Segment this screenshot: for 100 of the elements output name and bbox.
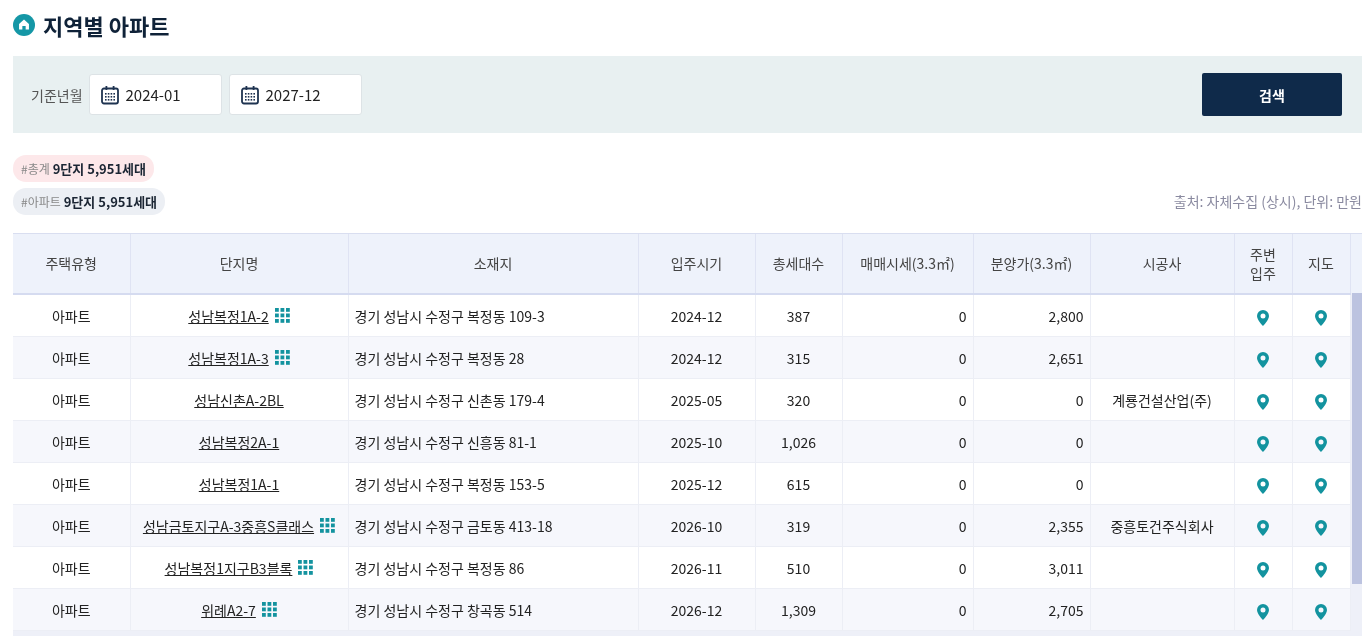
- table-cell: 2,800: [973, 294, 1090, 337]
- column-header: 소재지: [348, 234, 638, 294]
- map-pin-icon[interactable]: [1315, 519, 1327, 536]
- summary-tag: #총계 9단지 5,951세대: [13, 155, 155, 182]
- table-cell: 2026-12: [638, 588, 755, 631]
- grid-icon[interactable]: [298, 560, 314, 575]
- map-pin-icon[interactable]: [1315, 351, 1327, 368]
- column-header: 분양가(3.3㎡): [973, 234, 1090, 294]
- map-pin-icon[interactable]: [1315, 561, 1327, 578]
- column-header: 주변 입주: [1234, 234, 1292, 294]
- table-cell: 615: [755, 462, 842, 505]
- complex-link[interactable]: 성남복정1A-3: [188, 347, 269, 368]
- table-cell: 아파트: [13, 546, 130, 589]
- table-cell: 경기 성남시 수정구 복정동 86: [348, 546, 638, 589]
- table-cell: 2025-05: [638, 378, 755, 421]
- table-cell: 경기 성남시 수정구 복정동 153-5: [348, 462, 638, 505]
- table-cell: 아파트: [13, 336, 130, 379]
- date-field[interactable]: 2027-12: [228, 74, 362, 115]
- summary-tag: #아파트 9단지 5,951세대: [13, 188, 166, 215]
- table-cell: 경기 성남시 수정구 복정동 28: [348, 336, 638, 379]
- map-pin-icon[interactable]: [1315, 603, 1327, 620]
- map-pin-icon[interactable]: [1257, 603, 1269, 620]
- source-note: 출처: 자체수집 (상시), 단위: 만원: [1173, 191, 1362, 211]
- table-cell: 경기 성남시 수정구 금토동 413-18: [348, 504, 638, 547]
- table-cell: 0: [842, 336, 973, 379]
- home-icon: [13, 14, 35, 36]
- map-pin-icon[interactable]: [1257, 309, 1269, 326]
- date-value: 2027-12: [265, 84, 321, 105]
- table-cell: 0: [842, 504, 973, 547]
- complex-link[interactable]: 성남복정1A-1: [198, 473, 280, 494]
- date-field[interactable]: 2024-01: [88, 74, 222, 115]
- table-cell: 경기 성남시 수정구 창곡동 514: [348, 588, 638, 631]
- complex-link[interactable]: 성남복정1지구B3블록: [164, 557, 293, 578]
- date-value: 2024-01: [125, 84, 181, 105]
- table-cell: 0: [842, 420, 973, 463]
- table-cell: 3,011: [973, 546, 1090, 589]
- column-header: 매매시세(3.3㎡): [842, 234, 973, 294]
- table-cell: 아파트: [13, 294, 130, 337]
- page-title: 지역별 아파트: [43, 9, 170, 41]
- table-cell: 0: [842, 588, 973, 631]
- table-cell: 319: [755, 504, 842, 547]
- grid-icon[interactable]: [274, 308, 290, 323]
- table-cell: 경기 성남시 수정구 신흥동 81-1: [348, 420, 638, 463]
- table-cell: 경기 성남시 수정구 신촌동 179-4: [348, 378, 638, 421]
- map-pin-icon[interactable]: [1257, 435, 1269, 452]
- complex-link[interactable]: 성남복정1A-2: [188, 305, 269, 326]
- map-pin-icon[interactable]: [1315, 477, 1327, 494]
- table-cell: 2,651: [973, 336, 1090, 379]
- table-cell: 0: [842, 546, 973, 589]
- calendar-icon: [239, 84, 260, 105]
- table-cell: 2025-10: [638, 420, 755, 463]
- table-cell: 계룡건설산업(주): [1090, 378, 1234, 421]
- column-header: 주택유형: [13, 234, 130, 294]
- grid-icon[interactable]: [261, 602, 277, 617]
- table-cell: 2026-11: [638, 546, 755, 589]
- table-cell: 2,705: [973, 588, 1090, 631]
- table-cell: 2,355: [973, 504, 1090, 547]
- table-cell: 2025-12: [638, 462, 755, 505]
- table-cell: 2024-12: [638, 294, 755, 337]
- calendar-icon: [99, 84, 120, 105]
- grid-icon[interactable]: [274, 350, 290, 365]
- filter-label: 기준년월: [31, 84, 83, 105]
- table-cell: 중흥토건주식회사: [1090, 504, 1234, 547]
- search-button[interactable]: 검색: [1202, 73, 1342, 116]
- column-header: 입주시기: [638, 234, 755, 294]
- table-cell: 0: [973, 378, 1090, 421]
- map-pin-icon[interactable]: [1315, 393, 1327, 410]
- map-pin-icon[interactable]: [1315, 309, 1327, 326]
- grid-icon[interactable]: [320, 518, 336, 533]
- table-cell: 아파트: [13, 420, 130, 463]
- table-cell: 0: [973, 462, 1090, 505]
- table-cell: 아파트: [13, 588, 130, 631]
- map-pin-icon[interactable]: [1257, 351, 1269, 368]
- table-cell: 510: [755, 546, 842, 589]
- complex-link[interactable]: 위례A2-7: [201, 599, 256, 620]
- map-pin-icon[interactable]: [1257, 561, 1269, 578]
- complex-link[interactable]: 성남복정2A-1: [198, 431, 280, 452]
- table-cell: 1,026: [755, 420, 842, 463]
- column-header: 지도: [1292, 234, 1350, 294]
- table-cell: 387: [755, 294, 842, 337]
- table-cell: 0: [842, 378, 973, 421]
- table-cell: 315: [755, 336, 842, 379]
- table-cell: 2024-12: [638, 336, 755, 379]
- table-cell: 0: [842, 294, 973, 337]
- table-cell: 아파트: [13, 504, 130, 547]
- table-cell: 0: [973, 420, 1090, 463]
- map-pin-icon[interactable]: [1257, 477, 1269, 494]
- map-pin-icon[interactable]: [1315, 435, 1327, 452]
- map-pin-icon[interactable]: [1257, 519, 1269, 536]
- column-header: 시공사: [1090, 234, 1234, 294]
- table-cell: 320: [755, 378, 842, 421]
- table-cell: 2026-10: [638, 504, 755, 547]
- table-cell: 경기 성남시 수정구 복정동 109-3: [348, 294, 638, 337]
- map-pin-icon[interactable]: [1257, 393, 1269, 410]
- table-cell: 아파트: [13, 378, 130, 421]
- complex-link[interactable]: 성남신촌A-2BL: [194, 389, 284, 410]
- column-header: 총세대수: [755, 234, 842, 294]
- table-cell: 아파트: [13, 462, 130, 505]
- table-cell: 0: [842, 462, 973, 505]
- column-header: 단지명: [130, 234, 348, 294]
